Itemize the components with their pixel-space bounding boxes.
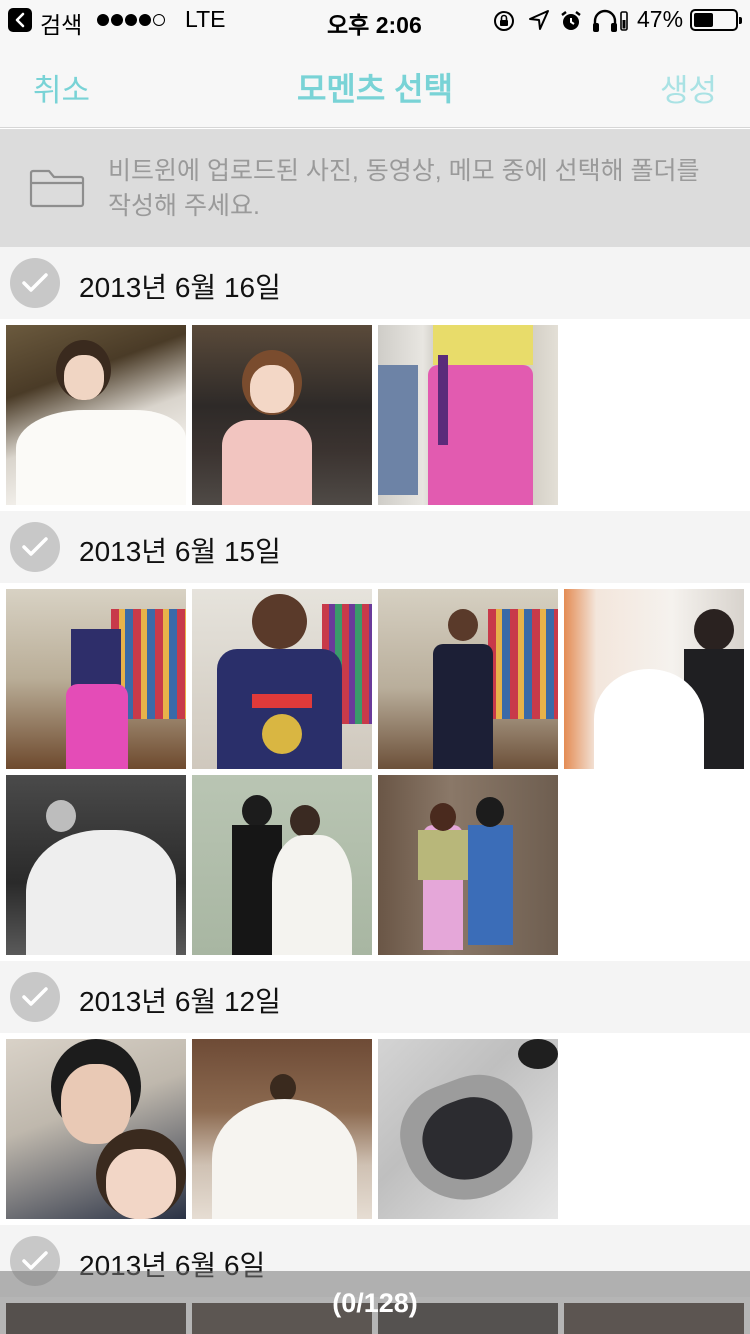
selection-count-bar: (0/128): [0, 1271, 750, 1334]
page-title: 모멘츠 선택: [296, 71, 454, 107]
photo-thumbnail[interactable]: [6, 775, 186, 955]
section-header: 2013년 6월 16일: [0, 247, 750, 319]
photo-thumbnail[interactable]: [378, 325, 558, 505]
navigation-bar: 취소 모멘츠 선택 생성: [0, 40, 750, 128]
rotation-lock-icon: [494, 11, 514, 31]
back-arrow-icon[interactable]: [8, 8, 32, 32]
checkmark-icon: [22, 1251, 48, 1270]
photo-thumbnail[interactable]: [6, 325, 186, 505]
back-app-label[interactable]: 검색: [40, 6, 82, 40]
headphones-icon: [593, 9, 617, 32]
photo-thumbnail[interactable]: [192, 589, 372, 769]
section-date: 2013년 6월 15일: [79, 536, 281, 567]
battery-percent: 47%: [637, 6, 684, 32]
photo-thumbnail[interactable]: [378, 1039, 558, 1219]
photo-thumbnail[interactable]: [192, 775, 372, 955]
checkmark-icon: [22, 273, 48, 292]
checkmark-icon: [22, 987, 48, 1006]
select-all-checkbox[interactable]: [10, 972, 60, 1022]
folder-icon: [29, 169, 85, 208]
status-time: 오후 2:06: [327, 12, 422, 38]
photo-thumbnail[interactable]: [6, 589, 186, 769]
signal-strength-icon: [97, 13, 167, 31]
battery-fill: [694, 13, 713, 27]
status-bar: 검색 LTE 오후 2:06 47%: [0, 0, 750, 40]
selection-count: (0/128): [332, 1288, 418, 1318]
photo-thumbnail[interactable]: [378, 775, 558, 955]
info-message: 비트윈에 업로드된 사진, 동영상, 메모 중에 선택해 폴더를 작성해 주세요…: [108, 157, 700, 220]
location-arrow-icon: [529, 10, 549, 30]
checkmark-icon: [22, 537, 48, 556]
section-header: 2013년 6월 12일: [0, 961, 750, 1033]
select-all-checkbox[interactable]: [10, 258, 60, 308]
alarm-icon: [561, 11, 581, 30]
create-button[interactable]: 생성: [660, 65, 717, 110]
photo-thumbnail[interactable]: [192, 1039, 372, 1219]
info-banner: 비트윈에 업로드된 사진, 동영상, 메모 중에 선택해 폴더를 작성해 주세요…: [0, 129, 750, 247]
photo-thumbnail[interactable]: [378, 589, 558, 769]
carrier-label: LTE: [185, 6, 226, 32]
headphone-battery-icon: [620, 11, 628, 31]
photo-thumbnail[interactable]: [192, 325, 372, 505]
section-date: 2013년 6월 12일: [79, 986, 281, 1017]
battery-icon: [690, 9, 742, 31]
photo-thumbnail[interactable]: [564, 589, 744, 769]
section-header: 2013년 6월 15일: [0, 511, 750, 583]
section-date: 2013년 6월 16일: [79, 272, 281, 303]
photo-thumbnail[interactable]: [6, 1039, 186, 1219]
select-all-checkbox[interactable]: [10, 522, 60, 572]
